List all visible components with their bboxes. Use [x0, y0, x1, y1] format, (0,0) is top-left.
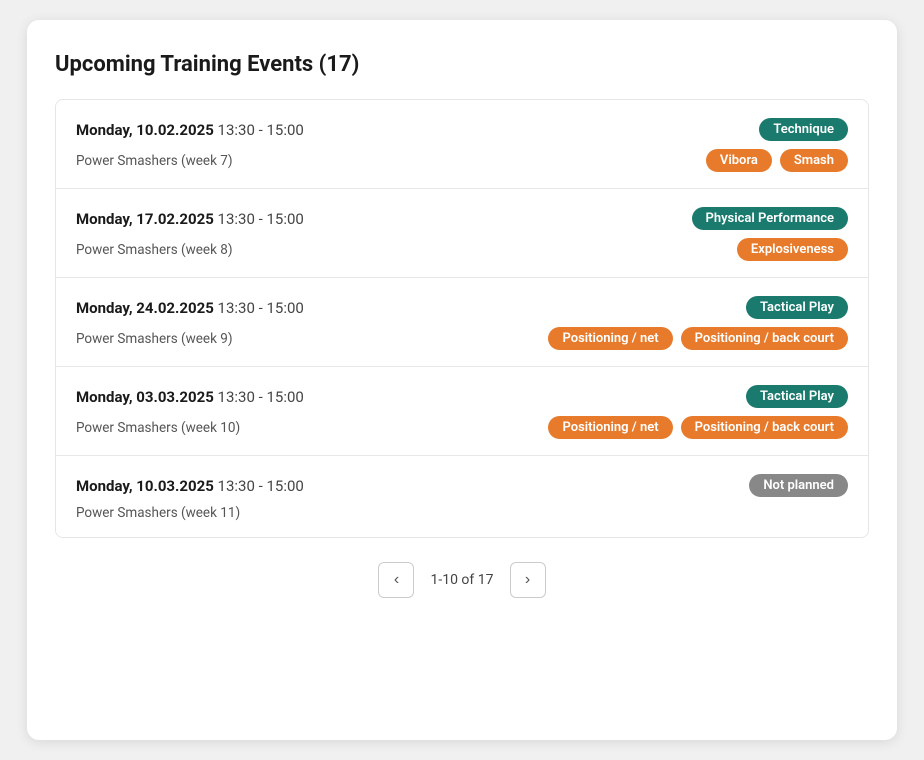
main-card: Upcoming Training Events (17) Monday, 10…: [27, 20, 897, 740]
page-info: 1-10 of 17: [430, 572, 493, 588]
event-tag-primary: Tactical Play: [746, 296, 848, 319]
page-title: Upcoming Training Events (17): [55, 52, 869, 77]
event-tag: Smash: [780, 149, 848, 172]
event-group: Power Smashers (week 11): [76, 505, 240, 521]
events-wrapper: Monday, 10.02.2025 13:30 - 15:00 Techniqu…: [55, 99, 869, 538]
event-tag: Positioning / net: [548, 416, 672, 439]
event-item[interactable]: Monday, 03.03.2025 13:30 - 15:00 Tactical…: [56, 367, 868, 456]
event-tag-primary: Technique: [759, 118, 848, 141]
event-item[interactable]: Monday, 10.03.2025 13:30 - 15:00 Not plan…: [56, 456, 868, 537]
event-group: Power Smashers (week 10): [76, 420, 240, 436]
event-date: Monday, 03.03.2025 13:30 - 15:00: [76, 388, 304, 406]
event-date: Monday, 10.02.2025 13:30 - 15:00: [76, 121, 304, 139]
event-date: Monday, 10.03.2025 13:30 - 15:00: [76, 477, 304, 495]
event-tags: Vibora Smash: [706, 149, 848, 172]
event-item[interactable]: Monday, 10.02.2025 13:30 - 15:00 Techniqu…: [56, 100, 868, 189]
prev-page-button[interactable]: ‹: [378, 562, 414, 598]
event-tag: Positioning / net: [548, 327, 672, 350]
event-date: Monday, 24.02.2025 13:30 - 15:00: [76, 299, 304, 317]
event-tag: Vibora: [706, 149, 772, 172]
event-tags: Positioning / net Positioning / back cour…: [548, 416, 848, 439]
event-group: Power Smashers (week 8): [76, 242, 233, 258]
events-list: Monday, 10.02.2025 13:30 - 15:00 Techniqu…: [56, 100, 868, 537]
event-tag: Explosiveness: [737, 238, 848, 261]
event-tag-primary: Tactical Play: [746, 385, 848, 408]
event-tag-primary: Not planned: [749, 474, 848, 497]
event-tag: Positioning / back court: [681, 416, 848, 439]
event-tag-primary: Physical Performance: [692, 207, 849, 230]
event-tag: Positioning / back court: [681, 327, 848, 350]
event-tags: Positioning / net Positioning / back cour…: [548, 327, 848, 350]
pagination: ‹ 1-10 of 17 ›: [55, 562, 869, 598]
event-group: Power Smashers (week 9): [76, 331, 233, 347]
next-page-button[interactable]: ›: [510, 562, 546, 598]
event-date: Monday, 17.02.2025 13:30 - 15:00: [76, 210, 304, 228]
event-item[interactable]: Monday, 17.02.2025 13:30 - 15:00 Physical…: [56, 189, 868, 278]
event-group: Power Smashers (week 7): [76, 153, 233, 169]
event-tags: Explosiveness: [737, 238, 848, 261]
event-item[interactable]: Monday, 24.02.2025 13:30 - 15:00 Tactical…: [56, 278, 868, 367]
